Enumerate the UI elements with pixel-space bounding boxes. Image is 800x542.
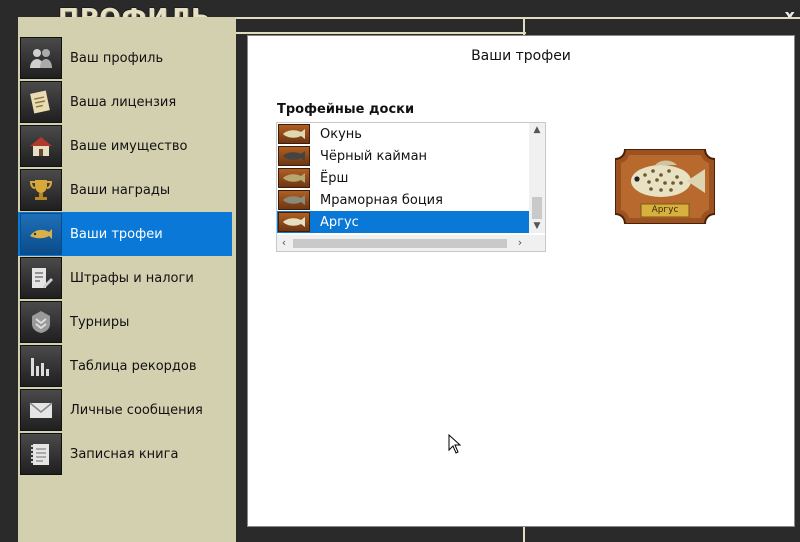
fish-thumbnail-icon — [278, 124, 310, 144]
scroll-left-icon[interactable]: ‹ — [277, 235, 291, 251]
trophy-boards-list[interactable]: Окунь Чёрный кайман Ёрш Мраморная боция … — [276, 122, 546, 252]
sidebar-item-tournaments[interactable]: Турниры — [18, 300, 232, 344]
frame-divider — [236, 32, 526, 34]
license-icon — [20, 81, 62, 123]
plaque-label: Аргус — [651, 205, 679, 215]
list-item-selected[interactable]: Аргус — [277, 211, 545, 233]
sidebar-item-records[interactable]: Таблица рекордов — [18, 344, 232, 388]
sidebar-edge — [0, 17, 18, 542]
document-pen-icon — [20, 257, 62, 299]
list-item[interactable]: Чёрный кайман — [277, 145, 545, 167]
fish-thumbnail-icon — [278, 146, 310, 166]
sidebar-item-label: Ваше имущество — [70, 138, 188, 154]
sidebar-item-label: Ваши трофеи — [70, 226, 163, 242]
list-item-label: Ёрш — [320, 170, 349, 186]
trophy-fish-icon — [20, 213, 62, 255]
envelope-icon — [20, 389, 62, 431]
fish-thumbnail-icon — [278, 168, 310, 188]
list-item-label: Мраморная боция — [320, 192, 443, 208]
boards-heading: Трофейные доски — [277, 102, 415, 117]
sidebar-item-fines[interactable]: Штрафы и налоги — [18, 256, 232, 300]
frame-divider — [236, 17, 800, 19]
list-item[interactable]: Ёрш — [277, 167, 545, 189]
sidebar-item-label: Турниры — [70, 314, 130, 330]
sidebar-item-label: Ваши награды — [70, 182, 171, 198]
sidebar-item-label: Записная книга — [70, 446, 179, 462]
trophies-panel: Ваши трофеи Трофейные доски Окунь Чёрный… — [247, 35, 795, 527]
sidebar-item-property[interactable]: Ваше имущество — [18, 124, 232, 168]
bar-chart-icon — [20, 345, 62, 387]
sidebar-item-license[interactable]: Ваша лицензия — [18, 80, 232, 124]
sidebar-item-label: Ваш профиль — [70, 50, 164, 66]
scroll-down-icon[interactable]: ▼ — [529, 219, 545, 233]
sidebar-item-awards[interactable]: Ваши награды — [18, 168, 232, 212]
list-item[interactable]: Окунь — [277, 123, 545, 145]
scroll-up-icon[interactable]: ▲ — [529, 123, 545, 137]
sidebar-item-label: Ваша лицензия — [70, 94, 177, 110]
fish-thumbnail-icon — [278, 212, 310, 232]
list-item-label: Аргус — [320, 214, 359, 230]
list-item[interactable]: Мраморная боция — [277, 189, 545, 211]
trophy-plaque-preview: Аргус — [614, 148, 716, 225]
tournament-badge-icon — [20, 301, 62, 343]
vertical-scrollbar[interactable]: ▲ ▼ — [529, 123, 545, 233]
sidebar-item-label: Таблица рекордов — [70, 358, 197, 374]
list-item-label: Чёрный кайман — [320, 148, 428, 164]
sidebar-item-profile[interactable]: Ваш профиль — [18, 36, 232, 80]
scroll-thumb[interactable] — [532, 197, 542, 219]
sidebar-item-trophies[interactable]: Ваши трофеи — [18, 212, 232, 256]
scroll-thumb[interactable] — [293, 239, 507, 248]
page-title: Ваши трофеи — [471, 48, 571, 64]
horizontal-scrollbar[interactable]: ‹ › — [277, 235, 545, 251]
trophy-cup-icon — [20, 169, 62, 211]
list-item-label: Окунь — [320, 126, 362, 142]
sidebar-item-notebook[interactable]: Записная книга — [18, 432, 232, 476]
users-icon — [20, 37, 62, 79]
sidebar-item-label: Личные сообщения — [70, 402, 203, 418]
mouse-cursor-icon — [448, 434, 462, 454]
notebook-icon — [20, 433, 62, 475]
sidebar-item-label: Штрафы и налоги — [70, 270, 194, 286]
sidebar-item-messages[interactable]: Личные сообщения — [18, 388, 232, 432]
scroll-right-icon[interactable]: › — [513, 235, 527, 251]
sidebar-nav: Ваш профиль Ваша лицензия Ваше имущество… — [18, 36, 232, 476]
fish-thumbnail-icon — [278, 190, 310, 210]
house-icon — [20, 125, 62, 167]
